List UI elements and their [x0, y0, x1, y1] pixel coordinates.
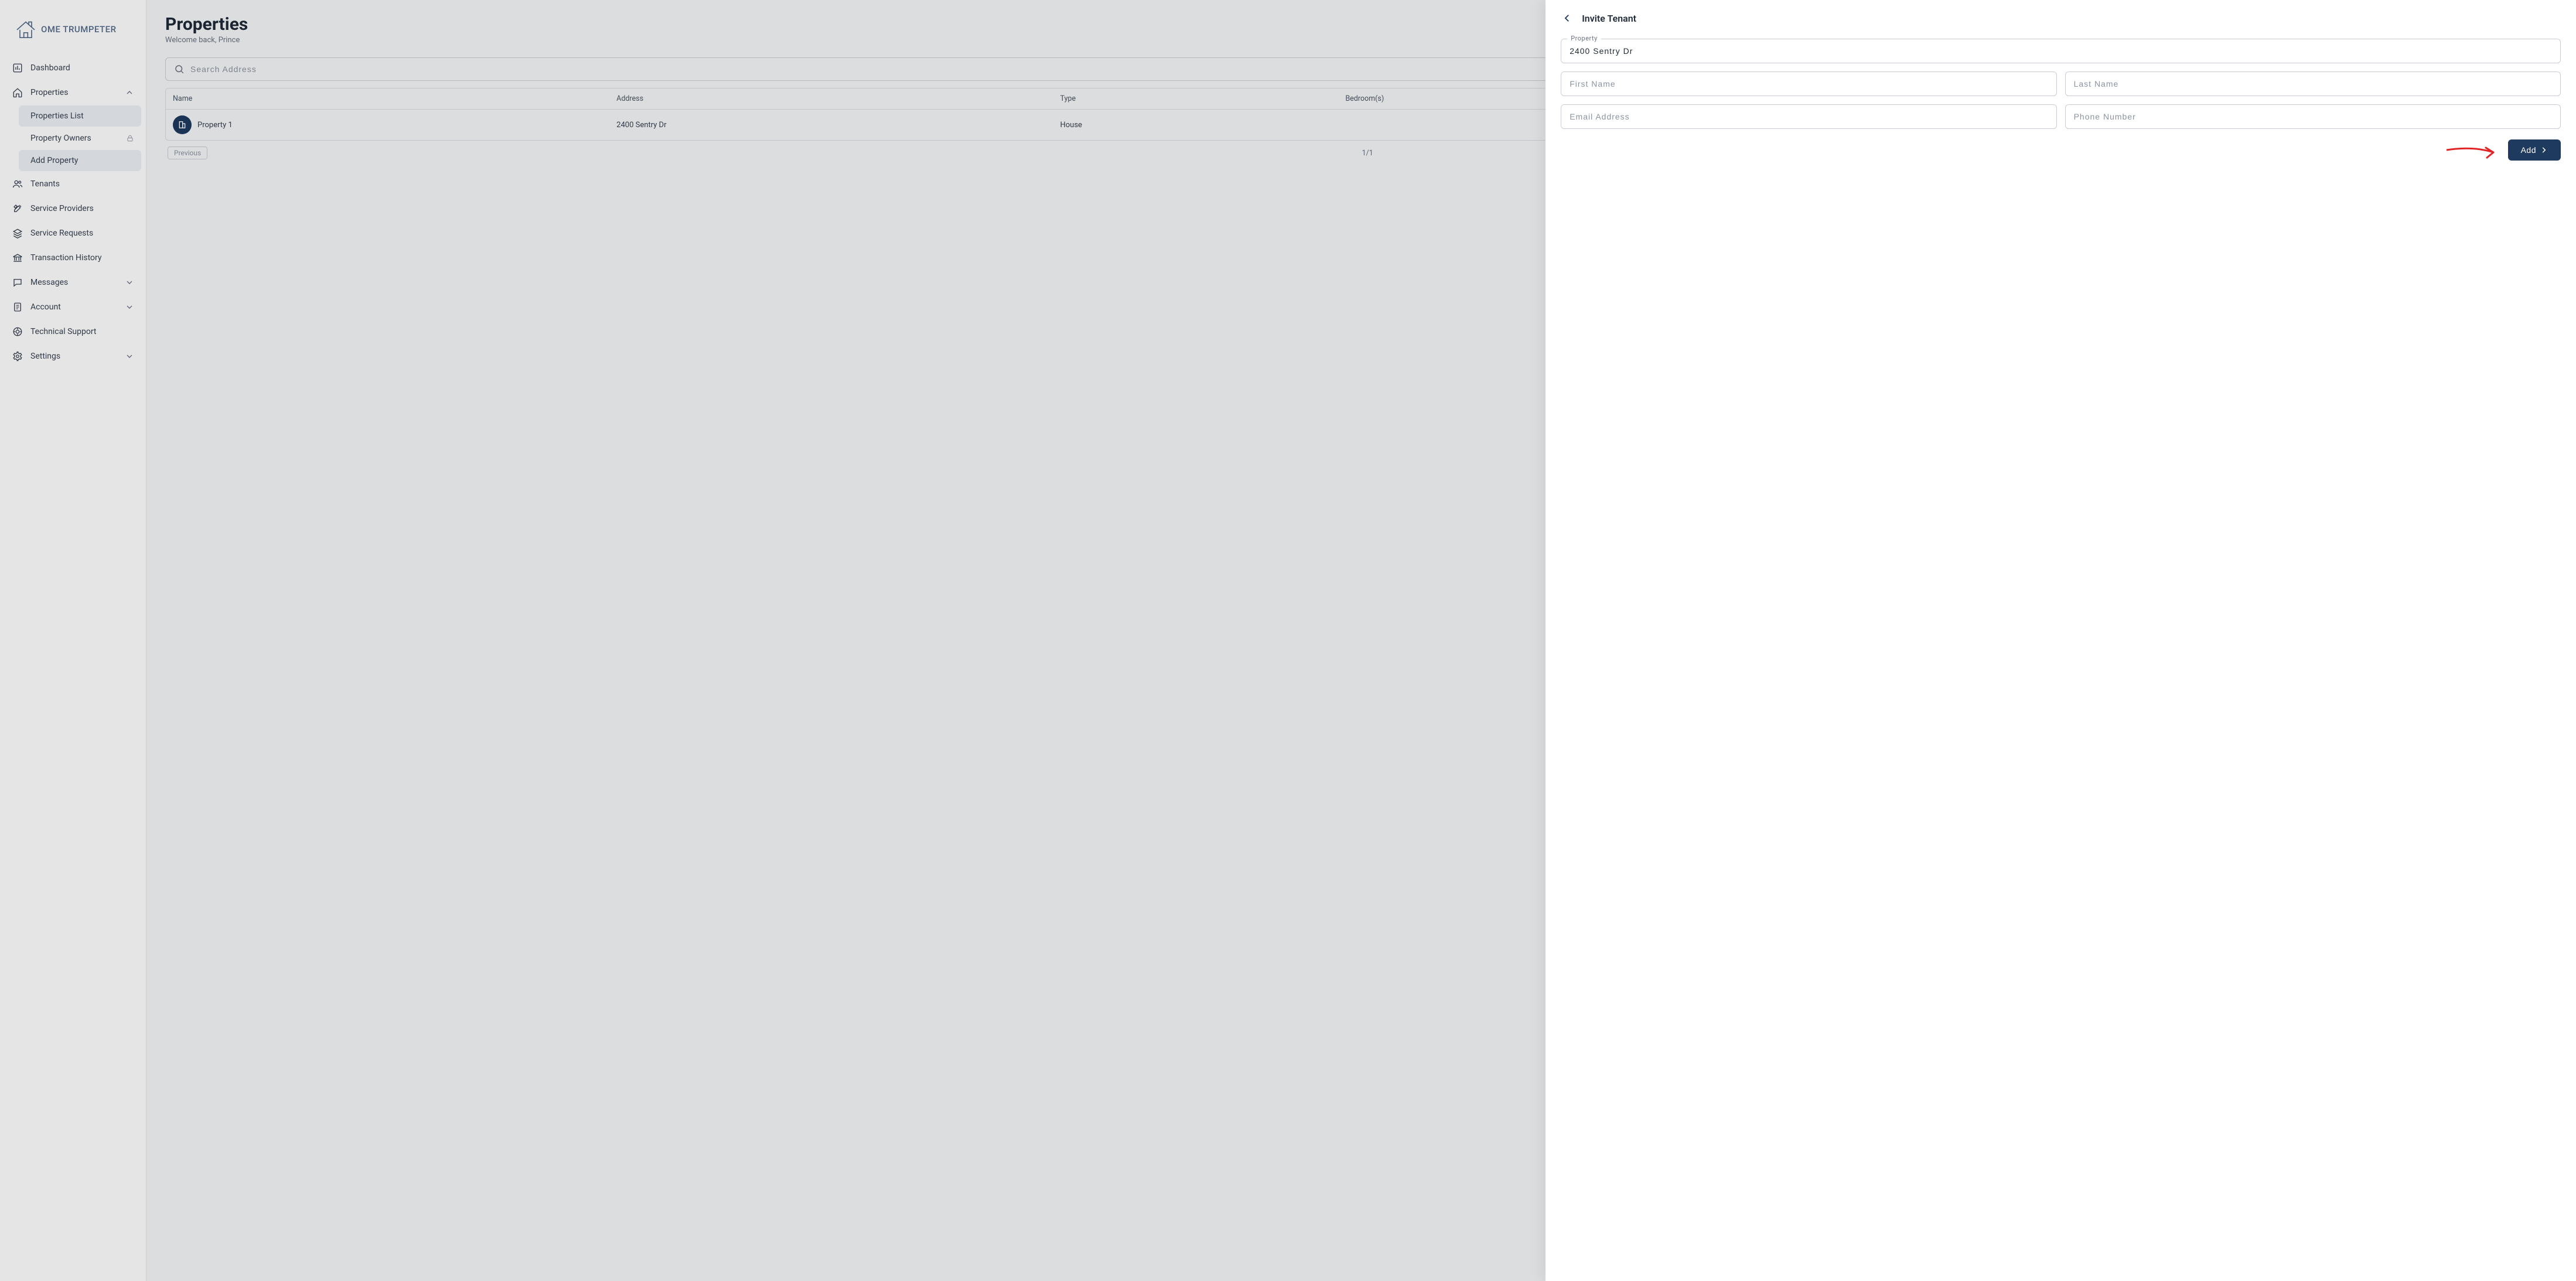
sidebar-item-label: Properties List	[30, 111, 84, 121]
cell-type: House	[1060, 121, 1346, 130]
chevron-down-icon	[125, 302, 134, 312]
message-icon	[12, 277, 23, 288]
sidebar-item-tenants[interactable]: Tenants	[5, 172, 141, 196]
previous-button[interactable]: Previous	[168, 147, 207, 159]
first-name-field[interactable]	[1561, 71, 2056, 96]
sidebar-sub-add-property[interactable]: Add Property	[19, 150, 141, 171]
sidebar-sub-properties: Properties List Property Owners Add Prop…	[5, 105, 141, 171]
sidebar-item-label: Tenants	[30, 179, 60, 189]
bank-icon	[12, 252, 23, 264]
sidebar-item-label: Add Property	[30, 156, 78, 165]
first-name-input[interactable]	[1570, 79, 2048, 88]
drawer-title: Invite Tenant	[1582, 13, 1636, 24]
cell-name-text: Property 1	[197, 121, 233, 130]
chevron-up-icon	[125, 88, 134, 97]
building-icon	[178, 120, 187, 130]
sidebar-item-account[interactable]: Account	[5, 295, 141, 319]
gear-icon	[12, 350, 23, 362]
last-name-input[interactable]	[2074, 79, 2552, 88]
page-subtitle-prefix: Welcome back,	[165, 36, 219, 45]
search-icon	[174, 64, 185, 74]
chevron-left-icon	[1562, 13, 1572, 23]
sidebar-group-properties: Properties Properties List Property Owne…	[5, 81, 141, 171]
nav: Dashboard Properties Properties List Pro…	[5, 56, 141, 368]
drawer-footer: Add	[1561, 139, 2561, 161]
sidebar-item-settings[interactable]: Settings	[5, 345, 141, 368]
col-name: Name	[173, 94, 616, 103]
sidebar-item-technical-support[interactable]: Technical Support	[5, 320, 141, 343]
phone-input[interactable]	[2074, 112, 2552, 121]
tools-icon	[12, 203, 23, 214]
sidebar-item-label: Transaction History	[30, 253, 102, 263]
sidebar-item-label: Dashboard	[30, 63, 70, 73]
email-field[interactable]	[1561, 104, 2056, 129]
invite-tenant-drawer: Invite Tenant Property	[1545, 0, 2576, 1281]
add-button-label: Add	[2521, 145, 2536, 155]
chevron-down-icon	[125, 352, 134, 361]
sidebar-item-label: Property Owners	[30, 134, 91, 143]
email-input[interactable]	[1570, 112, 2048, 121]
page-user-name: Prince	[219, 36, 240, 45]
property-input[interactable]	[1570, 46, 2552, 56]
users-icon	[12, 178, 23, 190]
layers-icon	[12, 227, 23, 239]
invite-tenant-form: Property	[1561, 39, 2561, 129]
brand-text: OME TRUMPETER	[41, 24, 117, 35]
sidebar-item-dashboard[interactable]: Dashboard	[5, 56, 141, 80]
cell-address: 2400 Sentry Dr	[616, 121, 1060, 130]
dashboard-icon	[12, 62, 23, 74]
sidebar-item-service-requests[interactable]: Service Requests	[5, 222, 141, 245]
property-field[interactable]: Property	[1561, 39, 2561, 63]
annotation-arrow-icon	[2444, 143, 2502, 161]
document-icon	[12, 301, 23, 313]
property-avatar	[173, 115, 192, 134]
search-box[interactable]	[165, 57, 1648, 81]
cell-name: Property 1	[173, 115, 616, 134]
house-logo-icon	[14, 19, 37, 40]
home-icon	[12, 87, 23, 98]
sidebar-item-label: Messages	[30, 278, 68, 287]
lock-icon	[126, 134, 134, 142]
sidebar-item-transaction-history[interactable]: Transaction History	[5, 246, 141, 270]
drawer-header: Invite Tenant	[1561, 12, 2561, 25]
phone-field[interactable]	[2065, 104, 2561, 129]
sidebar-item-messages[interactable]: Messages	[5, 271, 141, 294]
chevron-down-icon	[125, 278, 134, 287]
sidebar-item-service-providers[interactable]: Service Providers	[5, 197, 141, 220]
last-name-field[interactable]	[2065, 71, 2561, 96]
sidebar-item-label: Properties	[30, 88, 68, 97]
sidebar-sub-properties-list[interactable]: Properties List	[19, 105, 141, 127]
sidebar-sub-property-owners[interactable]: Property Owners	[19, 128, 141, 149]
col-type: Type	[1060, 94, 1346, 103]
search-input[interactable]	[190, 64, 1639, 74]
brand-logo[interactable]: OME TRUMPETER	[5, 14, 141, 56]
chevron-right-icon	[2540, 146, 2548, 154]
sidebar-item-label: Account	[30, 302, 61, 312]
sidebar: OME TRUMPETER Dashboard Properties Prope…	[0, 0, 146, 1281]
add-button[interactable]: Add	[2508, 139, 2561, 161]
sidebar-item-label: Service Providers	[30, 204, 94, 213]
sidebar-item-properties[interactable]: Properties	[5, 81, 141, 104]
col-address: Address	[616, 94, 1060, 103]
support-icon	[12, 326, 23, 338]
sidebar-item-label: Settings	[30, 352, 60, 361]
page-indicator: 1/1	[1362, 149, 1373, 158]
sidebar-item-label: Service Requests	[30, 229, 93, 238]
property-field-label: Property	[1567, 35, 1601, 42]
sidebar-item-label: Technical Support	[30, 327, 97, 336]
back-button[interactable]	[1561, 12, 1574, 25]
